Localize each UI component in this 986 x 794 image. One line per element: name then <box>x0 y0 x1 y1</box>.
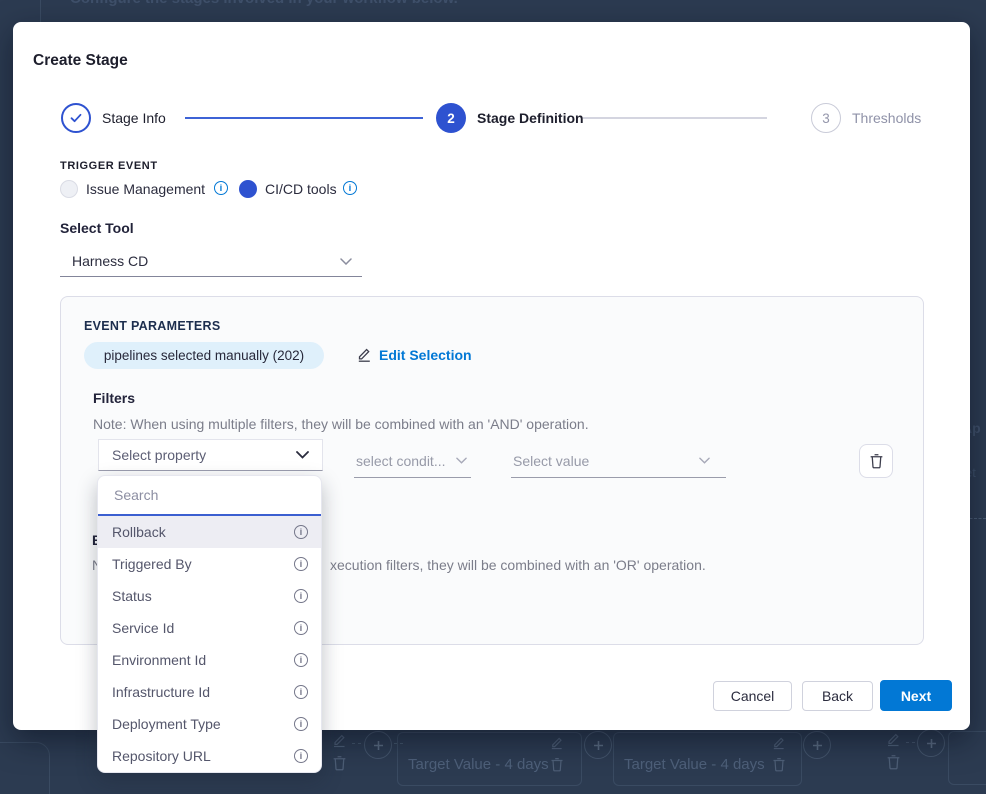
property-dropdown-menu: Rollback Triggered By Status Service Id … <box>97 475 322 773</box>
step-stage-info[interactable]: Stage Info <box>61 103 166 133</box>
info-icon[interactable] <box>294 589 308 603</box>
create-stage-modal: Create Stage Stage Info 2 Stage Definiti… <box>13 22 970 730</box>
dropdown-item-label: Service Id <box>112 620 174 636</box>
background-sidebar-divider <box>40 0 41 22</box>
dropdown-item-label: Infrastructure Id <box>112 684 210 700</box>
dropdown-item-service-id[interactable]: Service Id <box>98 612 321 644</box>
dropdown-item-status[interactable]: Status <box>98 580 321 612</box>
info-icon[interactable] <box>294 685 308 699</box>
cancel-button[interactable]: Cancel <box>713 681 792 711</box>
step-stage-definition[interactable]: 2 Stage Definition <box>436 103 584 133</box>
edit-icon <box>885 731 901 752</box>
dropdown-item-rollback[interactable]: Rollback <box>98 516 321 548</box>
radio-issue-management[interactable] <box>60 180 78 198</box>
select-condition-placeholder: select condit... <box>356 453 446 469</box>
back-button[interactable]: Back <box>802 681 873 711</box>
trigger-event-label: TRIGGER EVENT <box>60 160 158 172</box>
info-icon[interactable] <box>294 717 308 731</box>
edit-selection-text: Edit Selection <box>379 347 472 363</box>
target-value-label: Target Value - 4 days <box>624 756 765 773</box>
radio-label-cicd-tools[interactable]: CI/CD tools <box>265 181 337 197</box>
step-number-circle: 2 <box>436 103 466 133</box>
plus-icon <box>364 731 392 759</box>
dropdown-item-environment-id[interactable]: Environment Id <box>98 644 321 676</box>
select-property-dropdown[interactable]: Select property <box>98 439 323 471</box>
trash-icon <box>772 757 786 777</box>
search-input[interactable] <box>112 486 307 504</box>
event-parameters-heading: EVENT PARAMETERS <box>84 319 221 333</box>
trash-icon <box>886 754 901 775</box>
stepper: Stage Info 2 Stage Definition 3 Threshol… <box>13 103 970 133</box>
trash-icon <box>550 757 564 777</box>
chevron-down-icon <box>296 451 309 459</box>
next-button[interactable]: Next <box>880 680 952 711</box>
edit-pencil-icon <box>356 346 372 363</box>
plus-icon <box>584 731 612 759</box>
trash-icon <box>869 453 884 469</box>
app-screen: Configure the stages involved in your wo… <box>0 0 986 794</box>
edit-icon <box>549 735 564 755</box>
chevron-down-icon <box>340 258 352 265</box>
chevron-down-icon <box>456 457 467 464</box>
select-value-dropdown[interactable]: Select value <box>511 444 726 478</box>
radio-label-issue-management[interactable]: Issue Management <box>86 181 205 197</box>
info-icon[interactable] <box>294 653 308 667</box>
select-property-placeholder: Select property <box>112 447 206 463</box>
chevron-down-icon <box>699 457 710 464</box>
dropdown-item-label: Rollback <box>112 524 166 540</box>
info-icon[interactable] <box>294 525 308 539</box>
target-value-label: Target Value - 4 days <box>408 756 549 773</box>
step-connector-done <box>185 117 423 119</box>
background-target-card: Target Value - 4 days <box>397 732 582 786</box>
execution-note-fragment-end: xecution filters, they will be combined … <box>330 557 706 573</box>
filters-note: Note: When using multiple filters, they … <box>93 416 589 432</box>
dropdown-item-label: Repository URL <box>112 748 211 764</box>
select-value-placeholder: Select value <box>513 453 589 469</box>
dropdown-item-triggered-by[interactable]: Triggered By <box>98 548 321 580</box>
step-check-circle <box>61 103 91 133</box>
dropdown-search <box>98 476 321 516</box>
filters-heading: Filters <box>93 390 135 406</box>
select-condition-dropdown[interactable]: select condit... <box>354 444 471 478</box>
background-target-card: Target Value - 4 days <box>613 732 802 786</box>
dropdown-item-label: Status <box>112 588 152 604</box>
step-label: Stage Info <box>102 110 166 126</box>
info-icon[interactable] <box>294 749 308 763</box>
trash-icon <box>332 755 347 776</box>
background-card-corner <box>0 742 50 794</box>
info-icon[interactable] <box>343 181 357 195</box>
dropdown-item-deployment-type[interactable]: Deployment Type <box>98 708 321 740</box>
pipelines-selection-chip: pipelines selected manually (202) <box>84 342 324 369</box>
info-icon[interactable] <box>294 621 308 635</box>
select-tool-dropdown[interactable]: Harness CD <box>60 246 362 277</box>
dropdown-item-infrastructure-id[interactable]: Infrastructure Id <box>98 676 321 708</box>
plus-icon <box>803 731 831 759</box>
select-tool-label: Select Tool <box>60 220 134 236</box>
dropdown-item-label: Environment Id <box>112 652 206 668</box>
trigger-event-options: Issue Management CI/CD tools <box>60 180 460 198</box>
dropdown-item-label: Deployment Type <box>112 716 221 732</box>
background-card-partial <box>948 731 986 785</box>
background-header-text: Configure the stages involved in your wo… <box>70 0 458 7</box>
modal-title: Create Stage <box>33 52 128 70</box>
step-connector-upcoming <box>583 117 767 119</box>
connector-dash <box>906 742 915 743</box>
edit-icon <box>331 732 347 753</box>
info-icon[interactable] <box>294 557 308 571</box>
check-icon <box>70 113 82 123</box>
edit-selection-link[interactable]: Edit Selection <box>356 346 472 363</box>
step-thresholds[interactable]: 3 Thresholds <box>811 103 921 133</box>
step-label: Stage Definition <box>477 110 584 126</box>
step-number-circle: 3 <box>811 103 841 133</box>
dropdown-item-label: Triggered By <box>112 556 192 572</box>
step-label: Thresholds <box>852 110 921 126</box>
plus-icon <box>917 729 945 757</box>
info-icon[interactable] <box>214 181 228 195</box>
radio-cicd-tools[interactable] <box>239 180 257 198</box>
connector-dash <box>352 743 361 744</box>
select-tool-value: Harness CD <box>72 253 148 269</box>
delete-filter-button[interactable] <box>859 444 893 478</box>
dropdown-item-repository-url[interactable]: Repository URL <box>98 740 321 772</box>
edit-icon <box>771 735 786 755</box>
